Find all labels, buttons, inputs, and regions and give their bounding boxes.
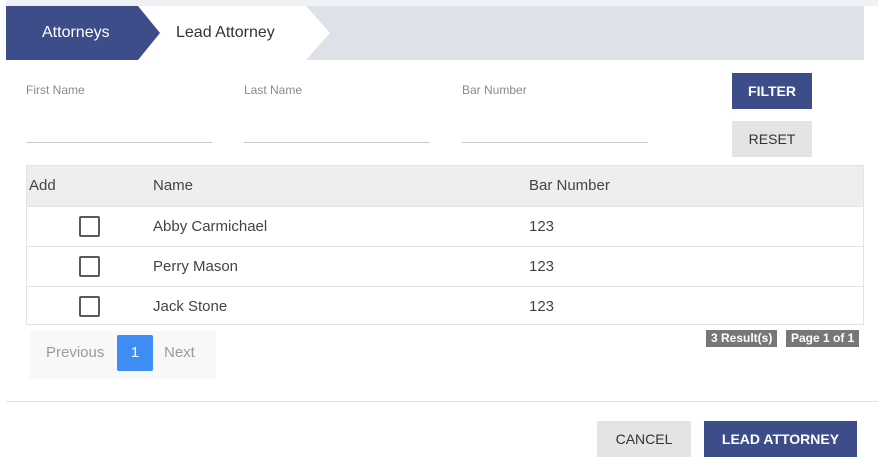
header-bar-number: Bar Number bbox=[529, 177, 610, 194]
tab-attorneys-label: Attorneys bbox=[42, 24, 110, 41]
header-add: Add bbox=[29, 177, 56, 194]
first-name-input[interactable] bbox=[26, 120, 212, 143]
add-checkbox[interactable] bbox=[79, 296, 100, 317]
last-name-label: Last Name bbox=[244, 83, 303, 97]
table-header: Add Name Bar Number bbox=[27, 166, 863, 206]
cancel-button[interactable]: CANCEL bbox=[597, 421, 691, 457]
previous-page-button[interactable]: Previous bbox=[46, 335, 104, 371]
add-checkbox[interactable] bbox=[79, 256, 100, 277]
page-count-badge: Page 1 of 1 bbox=[786, 330, 860, 347]
footer-divider bbox=[6, 401, 878, 402]
next-page-button[interactable]: Next bbox=[164, 335, 195, 371]
table-row: Perry Mason 123 bbox=[27, 246, 863, 286]
tab-attorneys[interactable]: Attorneys bbox=[6, 6, 160, 60]
table-row: Jack Stone 123 bbox=[27, 286, 863, 326]
wizard-tabs: Lead Attorney Attorneys bbox=[6, 6, 864, 60]
page-1-button[interactable]: 1 bbox=[117, 335, 153, 371]
bar-number-input[interactable] bbox=[462, 120, 648, 143]
attorney-bar-number: 123 bbox=[529, 258, 555, 275]
tab-lead-attorney-label: Lead Attorney bbox=[176, 24, 275, 41]
results-count-badge: 3 Result(s) bbox=[706, 330, 778, 347]
last-name-input[interactable] bbox=[244, 120, 430, 143]
bar-number-label: Bar Number bbox=[462, 83, 527, 97]
reset-button[interactable]: RESET bbox=[732, 121, 812, 157]
attorney-bar-number: 123 bbox=[529, 298, 555, 315]
attorney-name: Perry Mason bbox=[153, 258, 239, 275]
attorney-name: Jack Stone bbox=[153, 298, 228, 315]
lead-attorney-button[interactable]: LEAD ATTORNEY bbox=[704, 421, 857, 457]
filter-button[interactable]: FILTER bbox=[732, 73, 812, 109]
pagination: Previous 1 Next bbox=[30, 331, 216, 379]
add-checkbox[interactable] bbox=[79, 216, 100, 237]
attorney-name: Abby Carmichael bbox=[153, 218, 268, 235]
table-row: Abby Carmichael 123 bbox=[27, 206, 863, 246]
header-name: Name bbox=[153, 177, 194, 194]
attorney-bar-number: 123 bbox=[529, 218, 555, 235]
first-name-label: First Name bbox=[26, 83, 85, 97]
attorney-table: Add Name Bar Number Abby Carmichael 123 … bbox=[26, 165, 864, 325]
